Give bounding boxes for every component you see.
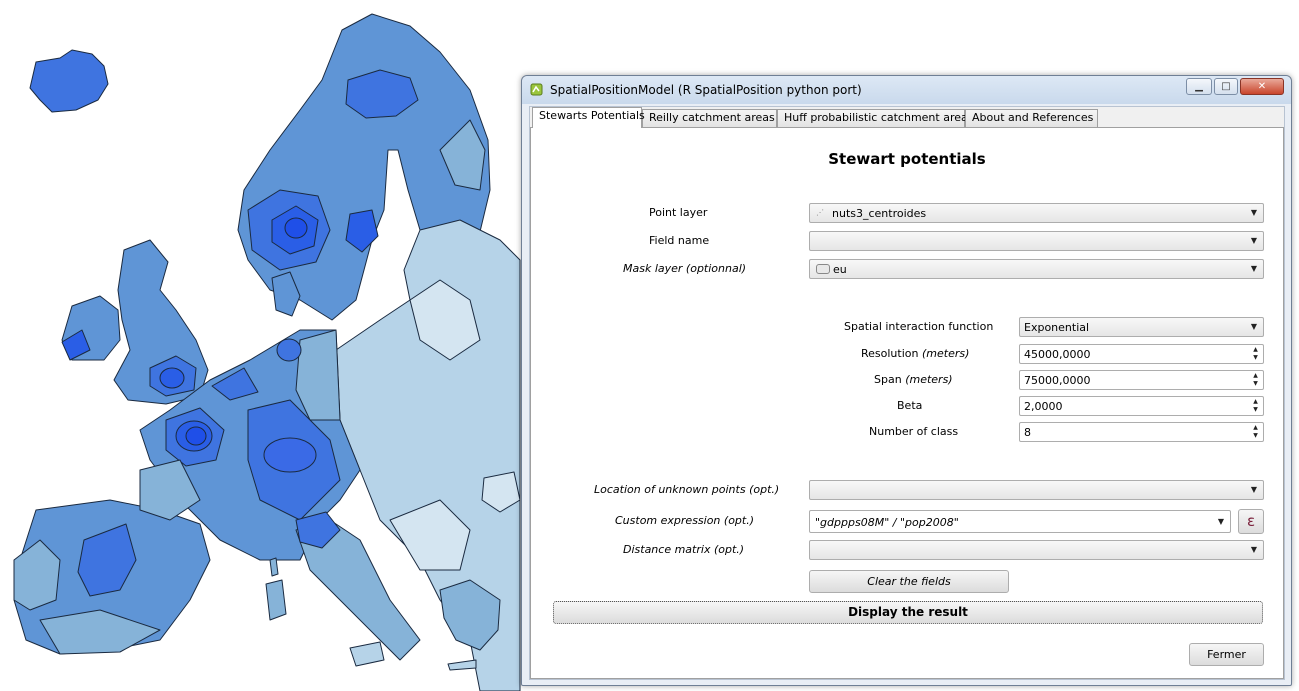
spatial-function-combo[interactable]: Exponential ▼ bbox=[1019, 317, 1264, 337]
chevron-down-icon: ▼ bbox=[1250, 322, 1258, 331]
beta-spinbox[interactable]: 2,0000 ▲ ▼ bbox=[1019, 396, 1264, 416]
tab-stewarts-potentials[interactable]: Stewarts Potentials bbox=[532, 107, 645, 128]
chevron-down-icon: ▼ bbox=[1250, 264, 1258, 273]
span-label: Span (meters) bbox=[874, 373, 953, 386]
span-stepper[interactable]: ▲ ▼ bbox=[1249, 372, 1262, 388]
chevron-down-icon: ▼ bbox=[1250, 485, 1258, 494]
qgis-plugin-icon bbox=[530, 83, 543, 96]
resolution-stepper[interactable]: ▲ ▼ bbox=[1249, 346, 1262, 362]
span-spinbox[interactable]: 75000,0000 ▲ ▼ bbox=[1019, 370, 1264, 390]
nb-class-spinbox[interactable]: 8 ▲ ▼ bbox=[1019, 422, 1264, 442]
polygon-layer-icon bbox=[816, 264, 830, 274]
spin-down-icon[interactable]: ▼ bbox=[1249, 380, 1262, 388]
map-region-london-core bbox=[159, 367, 185, 389]
clear-fields-button[interactable]: Clear the fields bbox=[809, 570, 1009, 593]
resolution-value: 45000,0000 bbox=[1024, 348, 1091, 361]
close-dialog-button[interactable]: Fermer bbox=[1189, 643, 1264, 666]
map-region-corsica bbox=[269, 557, 279, 577]
resolution-label-text: Resolution bbox=[861, 347, 922, 360]
spin-up-icon[interactable]: ▲ bbox=[1249, 424, 1262, 432]
point-layer-value: nuts3_centroides bbox=[832, 207, 927, 220]
custom-expression-value: "gdppps08M" / "pop2008" bbox=[815, 516, 959, 529]
map-region-sicily bbox=[349, 641, 385, 667]
custom-expression-combo[interactable]: "gdppps08M" / "pop2008" ▼ bbox=[809, 510, 1231, 533]
distance-matrix-label: Distance matrix (opt.) bbox=[623, 543, 745, 556]
map-region-copenhagen bbox=[276, 338, 302, 362]
tab-reilly-catchment[interactable]: Reilly catchment areas bbox=[642, 109, 777, 127]
chevron-down-icon: ▼ bbox=[1250, 208, 1258, 217]
point-layer-label: Point layer bbox=[649, 206, 708, 219]
nb-class-stepper[interactable]: ▲ ▼ bbox=[1249, 424, 1262, 440]
spatial-function-value: Exponential bbox=[1024, 321, 1090, 334]
tab-huff-catchment[interactable]: Huff probabilistic catchment areas bbox=[777, 109, 973, 127]
span-unit: (meters) bbox=[905, 373, 953, 386]
tab-about-references[interactable]: About and References bbox=[965, 109, 1098, 127]
close-window-button[interactable]: ✕ bbox=[1240, 78, 1284, 95]
spin-up-icon[interactable]: ▲ bbox=[1249, 372, 1262, 380]
chevron-down-icon: ▼ bbox=[1250, 236, 1258, 245]
resolution-spinbox[interactable]: 45000,0000 ▲ ▼ bbox=[1019, 344, 1264, 364]
dialog-client-area: Stewarts Potentials Reilly catchment are… bbox=[529, 106, 1285, 680]
mask-layer-label: Mask layer (optionnal) bbox=[623, 262, 747, 275]
minimize-button[interactable]: ▁ bbox=[1186, 78, 1212, 95]
field-name-label: Field name bbox=[649, 234, 710, 247]
span-value: 75000,0000 bbox=[1024, 374, 1091, 387]
panel-heading: Stewart potentials bbox=[828, 150, 986, 168]
beta-value: 2,0000 bbox=[1024, 400, 1063, 413]
distance-matrix-combo[interactable]: ▼ bbox=[809, 540, 1264, 560]
window-title: SpatialPositionModel (R SpatialPosition … bbox=[550, 83, 862, 97]
beta-stepper[interactable]: ▲ ▼ bbox=[1249, 398, 1262, 414]
mask-layer-value: eu bbox=[833, 263, 847, 276]
chevron-down-icon: ▼ bbox=[1250, 545, 1258, 554]
chevron-down-icon: ▼ bbox=[1217, 517, 1225, 526]
spatial-position-dialog: SpatialPositionModel (R SpatialPosition … bbox=[521, 75, 1292, 686]
spatial-function-label: Spatial interaction function bbox=[844, 320, 994, 333]
resolution-unit: (meters) bbox=[921, 347, 970, 360]
tab-bar: Stewarts Potentials Reilly catchment are… bbox=[530, 107, 1284, 128]
expression-builder-button[interactable]: ε bbox=[1238, 509, 1264, 534]
map-region-rhine-core bbox=[263, 437, 317, 473]
custom-expression-label: Custom expression (opt.) bbox=[615, 514, 755, 527]
span-label-text: Span bbox=[874, 373, 906, 386]
stewart-panel: Stewart potentials Point layer ⋰ nuts3_c… bbox=[530, 127, 1284, 679]
beta-label: Beta bbox=[897, 399, 923, 412]
display-result-button[interactable]: Display the result bbox=[553, 601, 1263, 624]
window-titlebar[interactable]: SpatialPositionModel (R SpatialPosition … bbox=[522, 76, 1291, 104]
nb-class-label: Number of class bbox=[869, 425, 959, 438]
mask-layer-combo[interactable]: eu ▼ bbox=[809, 259, 1264, 279]
unknown-points-combo[interactable]: ▼ bbox=[809, 480, 1264, 500]
map-region-sardinia bbox=[265, 579, 287, 621]
nb-class-value: 8 bbox=[1024, 426, 1031, 439]
spin-up-icon[interactable]: ▲ bbox=[1249, 398, 1262, 406]
spin-down-icon[interactable]: ▼ bbox=[1249, 406, 1262, 414]
map-region-iceland bbox=[29, 49, 109, 113]
map-region-crete bbox=[447, 659, 477, 671]
map-region-paris-center bbox=[185, 426, 207, 446]
spin-down-icon[interactable]: ▼ bbox=[1249, 354, 1262, 362]
point-layer-icon: ⋰ bbox=[816, 208, 824, 217]
spin-down-icon[interactable]: ▼ bbox=[1249, 432, 1262, 440]
point-layer-combo[interactable]: ⋰ nuts3_centroides ▼ bbox=[809, 203, 1264, 223]
field-name-combo[interactable]: ▼ bbox=[809, 231, 1264, 251]
unknown-points-label: Location of unknown points (opt.) bbox=[594, 483, 780, 496]
map-region-oslo-core bbox=[284, 217, 308, 239]
maximize-button[interactable]: □ bbox=[1214, 78, 1238, 95]
spin-up-icon[interactable]: ▲ bbox=[1249, 346, 1262, 354]
resolution-label: Resolution (meters) bbox=[861, 347, 969, 360]
